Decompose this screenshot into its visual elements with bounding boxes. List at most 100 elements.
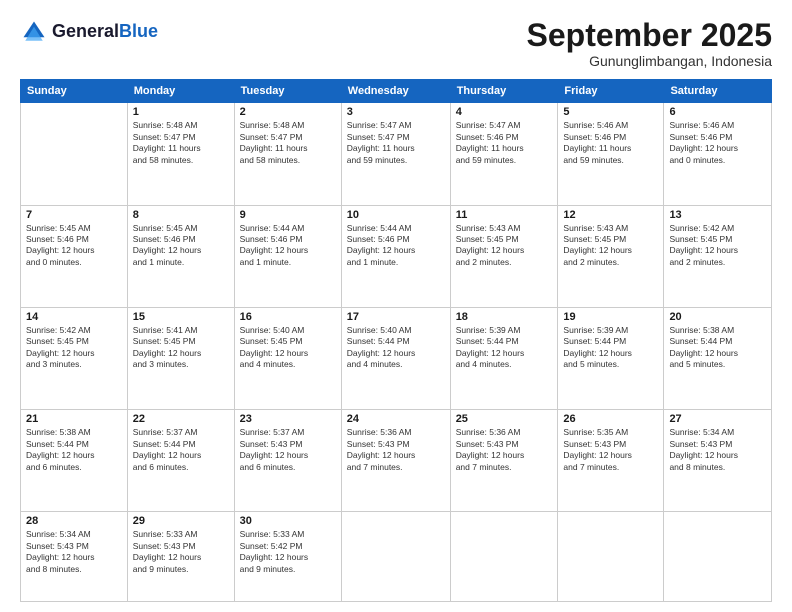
day-number: 28 [26, 515, 122, 527]
day-info: Sunrise: 5:45 AMSunset: 5:46 PMDaylight:… [133, 223, 229, 269]
calendar-cell: 26Sunrise: 5:35 AMSunset: 5:43 PMDayligh… [558, 410, 664, 512]
day-info: Sunrise: 5:40 AMSunset: 5:44 PMDaylight:… [347, 325, 445, 371]
day-info: Sunrise: 5:39 AMSunset: 5:44 PMDaylight:… [456, 325, 553, 371]
day-info: Sunrise: 5:36 AMSunset: 5:43 PMDaylight:… [456, 427, 553, 473]
calendar-cell: 5 Sunrise: 5:46 AMSunset: 5:46 PMDaylight… [558, 103, 664, 205]
day-info: Sunrise: 5:48 AMSunset: 5:47 PMDaylight:… [240, 120, 336, 166]
title-block: September 2025 Gununglimbangan, Indonesi… [527, 18, 772, 69]
calendar-cell: 14 Sunrise: 5:42 AMSunset: 5:45 PMDayligh… [21, 307, 128, 409]
calendar-cell: 28 Sunrise: 5:34 AMSunset: 5:43 PMDayligh… [21, 512, 128, 602]
header-monday: Monday [127, 80, 234, 103]
header-saturday: Saturday [664, 80, 772, 103]
day-number: 18 [456, 311, 553, 323]
header: GeneralBlue September 2025 Gununglimbang… [20, 18, 772, 69]
day-info: Sunrise: 5:46 AMSunset: 5:46 PMDaylight:… [563, 120, 658, 166]
calendar-cell: 22 Sunrise: 5:37 AMSunset: 5:44 PMDayligh… [127, 410, 234, 512]
day-info: Sunrise: 5:42 AMSunset: 5:45 PMDaylight:… [669, 223, 766, 269]
day-info: Sunrise: 5:43 AMSunset: 5:45 PMDaylight:… [563, 223, 658, 269]
calendar-cell: 25 Sunrise: 5:36 AMSunset: 5:43 PMDayligh… [450, 410, 558, 512]
location: Gununglimbangan, Indonesia [527, 53, 772, 69]
day-number: 24 [347, 413, 445, 425]
day-number: 5 [563, 106, 658, 118]
day-number: 8 [133, 209, 229, 221]
calendar-cell [341, 512, 450, 602]
calendar-cell [21, 103, 128, 205]
day-info: Sunrise: 5:47 AMSunset: 5:47 PMDaylight:… [347, 120, 445, 166]
day-info: Sunrise: 5:41 AMSunset: 5:45 PMDaylight:… [133, 325, 229, 371]
calendar-cell: 24 Sunrise: 5:36 AMSunset: 5:43 PMDayligh… [341, 410, 450, 512]
calendar-cell [558, 512, 664, 602]
day-info: Sunrise: 5:37 AMSunset: 5:44 PMDaylight:… [133, 427, 229, 473]
day-info: Sunrise: 5:33 AMSunset: 5:42 PMDaylight:… [240, 529, 336, 575]
day-number: 19 [563, 311, 658, 323]
day-number: 7 [26, 209, 122, 221]
day-number: 12 [563, 209, 658, 221]
day-info: Sunrise: 5:34 AMSunset: 5:43 PMDaylight:… [26, 529, 122, 575]
calendar-cell: 6 Sunrise: 5:46 AMSunset: 5:46 PMDaylight… [664, 103, 772, 205]
header-thursday: Thursday [450, 80, 558, 103]
calendar-cell: 10 Sunrise: 5:44 AMSunset: 5:46 PMDayligh… [341, 205, 450, 307]
calendar-cell: 1 Sunrise: 5:48 AMSunset: 5:47 PMDaylight… [127, 103, 234, 205]
day-info: Sunrise: 5:46 AMSunset: 5:46 PMDaylight:… [669, 120, 766, 166]
day-info: Sunrise: 5:34 AMSunset: 5:43 PMDaylight:… [669, 427, 766, 473]
header-wednesday: Wednesday [341, 80, 450, 103]
day-info: Sunrise: 5:48 AMSunset: 5:47 PMDaylight:… [133, 120, 229, 166]
day-number: 22 [133, 413, 229, 425]
calendar-cell: 20 Sunrise: 5:38 AMSunset: 5:44 PMDayligh… [664, 307, 772, 409]
calendar-cell: 12 Sunrise: 5:43 AMSunset: 5:45 PMDayligh… [558, 205, 664, 307]
month-title: September 2025 [527, 18, 772, 53]
day-info: Sunrise: 5:37 AMSunset: 5:43 PMDaylight:… [240, 427, 336, 473]
calendar-cell: 13 Sunrise: 5:42 AMSunset: 5:45 PMDayligh… [664, 205, 772, 307]
day-number: 14 [26, 311, 122, 323]
header-sunday: Sunday [21, 80, 128, 103]
calendar-cell: 23Sunrise: 5:37 AMSunset: 5:43 PMDayligh… [234, 410, 341, 512]
calendar-table: Sunday Monday Tuesday Wednesday Thursday… [20, 79, 772, 602]
calendar-cell: 8 Sunrise: 5:45 AMSunset: 5:46 PMDaylight… [127, 205, 234, 307]
calendar-cell: 21 Sunrise: 5:38 AMSunset: 5:44 PMDayligh… [21, 410, 128, 512]
day-info: Sunrise: 5:38 AMSunset: 5:44 PMDaylight:… [669, 325, 766, 371]
calendar-cell: 4Sunrise: 5:47 AMSunset: 5:46 PMDaylight… [450, 103, 558, 205]
calendar-cell: 27Sunrise: 5:34 AMSunset: 5:43 PMDayligh… [664, 410, 772, 512]
day-info: Sunrise: 5:39 AMSunset: 5:44 PMDaylight:… [563, 325, 658, 371]
day-info: Sunrise: 5:36 AMSunset: 5:43 PMDaylight:… [347, 427, 445, 473]
calendar-cell: 30Sunrise: 5:33 AMSunset: 5:42 PMDayligh… [234, 512, 341, 602]
calendar-cell: 3 Sunrise: 5:47 AMSunset: 5:47 PMDaylight… [341, 103, 450, 205]
calendar-header-row: Sunday Monday Tuesday Wednesday Thursday… [21, 80, 772, 103]
calendar-cell: 16Sunrise: 5:40 AMSunset: 5:45 PMDayligh… [234, 307, 341, 409]
calendar-cell: 15 Sunrise: 5:41 AMSunset: 5:45 PMDayligh… [127, 307, 234, 409]
calendar-cell: 18 Sunrise: 5:39 AMSunset: 5:44 PMDayligh… [450, 307, 558, 409]
day-number: 13 [669, 209, 766, 221]
calendar-cell: 11 Sunrise: 5:43 AMSunset: 5:45 PMDayligh… [450, 205, 558, 307]
day-info: Sunrise: 5:42 AMSunset: 5:45 PMDaylight:… [26, 325, 122, 371]
calendar-cell: 7 Sunrise: 5:45 AMSunset: 5:46 PMDaylight… [21, 205, 128, 307]
day-info: Sunrise: 5:44 AMSunset: 5:46 PMDaylight:… [347, 223, 445, 269]
day-number: 21 [26, 413, 122, 425]
calendar-cell: 29Sunrise: 5:33 AMSunset: 5:43 PMDayligh… [127, 512, 234, 602]
logo: GeneralBlue [20, 18, 158, 46]
calendar-cell: 9Sunrise: 5:44 AMSunset: 5:46 PMDaylight… [234, 205, 341, 307]
page: GeneralBlue September 2025 Gununglimbang… [0, 0, 792, 612]
day-number: 26 [563, 413, 658, 425]
calendar-cell: 19 Sunrise: 5:39 AMSunset: 5:44 PMDayligh… [558, 307, 664, 409]
header-friday: Friday [558, 80, 664, 103]
day-info: Sunrise: 5:38 AMSunset: 5:44 PMDaylight:… [26, 427, 122, 473]
calendar-cell [450, 512, 558, 602]
day-number: 17 [347, 311, 445, 323]
day-number: 11 [456, 209, 553, 221]
day-info: Sunrise: 5:45 AMSunset: 5:46 PMDaylight:… [26, 223, 122, 269]
day-number: 3 [347, 106, 445, 118]
day-number: 6 [669, 106, 766, 118]
day-number: 2 [240, 106, 336, 118]
day-number: 29 [133, 515, 229, 527]
day-number: 1 [133, 106, 229, 118]
day-number: 20 [669, 311, 766, 323]
logo-text: GeneralBlue [52, 22, 158, 42]
day-info: Sunrise: 5:43 AMSunset: 5:45 PMDaylight:… [456, 223, 553, 269]
day-number: 16 [240, 311, 336, 323]
day-number: 15 [133, 311, 229, 323]
day-number: 25 [456, 413, 553, 425]
day-number: 10 [347, 209, 445, 221]
header-tuesday: Tuesday [234, 80, 341, 103]
day-info: Sunrise: 5:47 AMSunset: 5:46 PMDaylight:… [456, 120, 553, 166]
logo-icon [20, 18, 48, 46]
